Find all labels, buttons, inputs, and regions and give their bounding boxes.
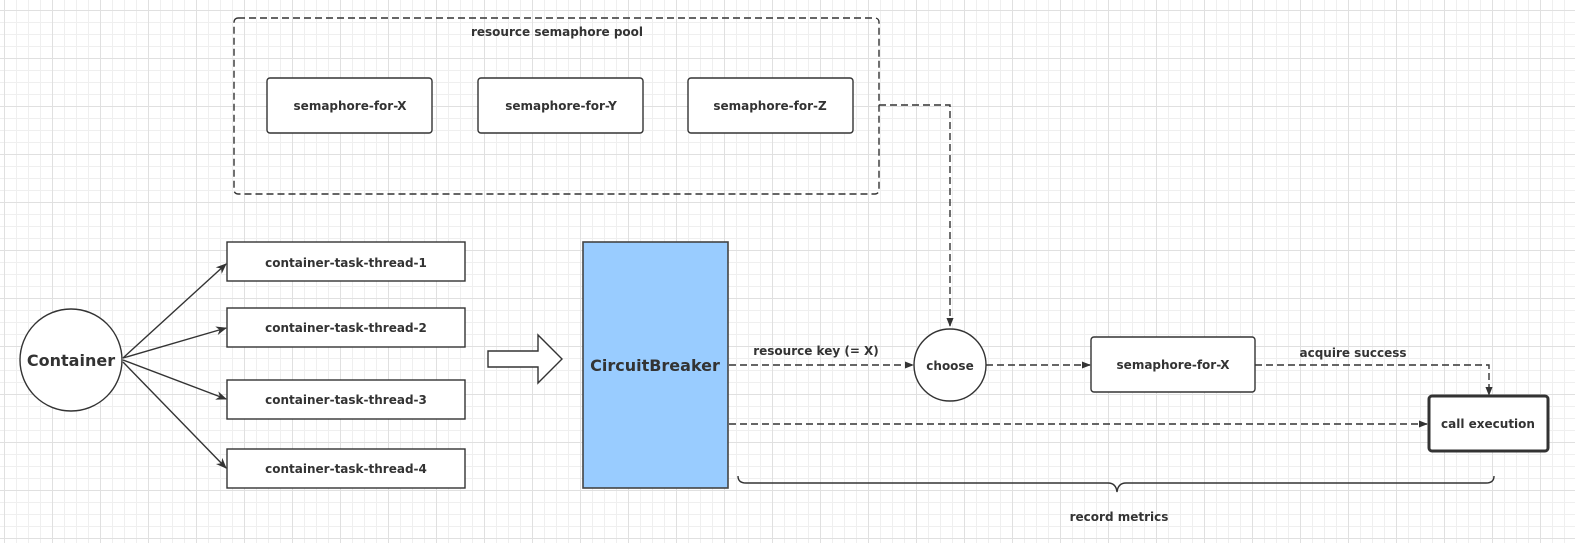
pool-semaphore-y-label: semaphore-for-Y (505, 99, 617, 113)
pool-semaphore-x[interactable]: semaphore-for-X (266, 77, 433, 134)
pool-semaphore-z-label: semaphore-for-Z (713, 99, 827, 113)
pool-title: resource semaphore pool (471, 25, 643, 39)
thread-node[interactable]: container-task-thread-2 (226, 307, 466, 348)
circuit-breaker-label: CircuitBreaker (590, 356, 720, 375)
pool-semaphore-z[interactable]: semaphore-for-Z (687, 77, 854, 134)
selected-semaphore-label: semaphore-for-X (1117, 358, 1231, 372)
call-execution-label: call execution (1441, 417, 1535, 431)
block-arrow-icon (487, 333, 563, 385)
choose-node[interactable]: choose (913, 328, 987, 402)
edge-container-to-thread-4 (122, 361, 227, 469)
thread-label: container-task-thread-2 (265, 321, 427, 335)
thread-node[interactable]: container-task-thread-4 (226, 448, 466, 489)
container-label: Container (27, 351, 115, 370)
container-node[interactable]: Container (19, 308, 123, 412)
record-metrics-brace (737, 475, 1495, 493)
thread-label: container-task-thread-4 (265, 462, 427, 476)
edge-pool-to-choose (879, 104, 954, 327)
choose-label: choose (926, 359, 973, 373)
pool-semaphore-x-label: semaphore-for-X (294, 99, 408, 113)
edge-container-to-thread-1 (122, 263, 227, 359)
edge-container-to-thread-3 (122, 359, 228, 400)
edge-semaphore-to-call (1255, 364, 1493, 396)
circuit-breaker-node[interactable]: CircuitBreaker (582, 241, 729, 489)
thread-label: container-task-thread-1 (265, 256, 427, 270)
thread-node[interactable]: container-task-thread-3 (226, 379, 466, 420)
resource-semaphore-pool[interactable]: resource semaphore pool semaphore-for-X … (233, 17, 880, 195)
diagram-canvas: resource semaphore pool semaphore-for-X … (19, 17, 1550, 524)
edge-label-acquire-success: acquire success (1299, 346, 1406, 360)
thread-label: container-task-thread-3 (265, 393, 427, 407)
thread-node[interactable]: container-task-thread-1 (226, 241, 466, 282)
edge-label-resource-key: resource key (= X) (753, 344, 879, 358)
brace-label-record-metrics: record metrics (1070, 510, 1169, 524)
pool-semaphore-y[interactable]: semaphore-for-Y (477, 77, 644, 134)
selected-semaphore-node[interactable]: semaphore-for-X (1090, 336, 1256, 393)
call-execution-node[interactable]: call execution (1427, 394, 1550, 453)
